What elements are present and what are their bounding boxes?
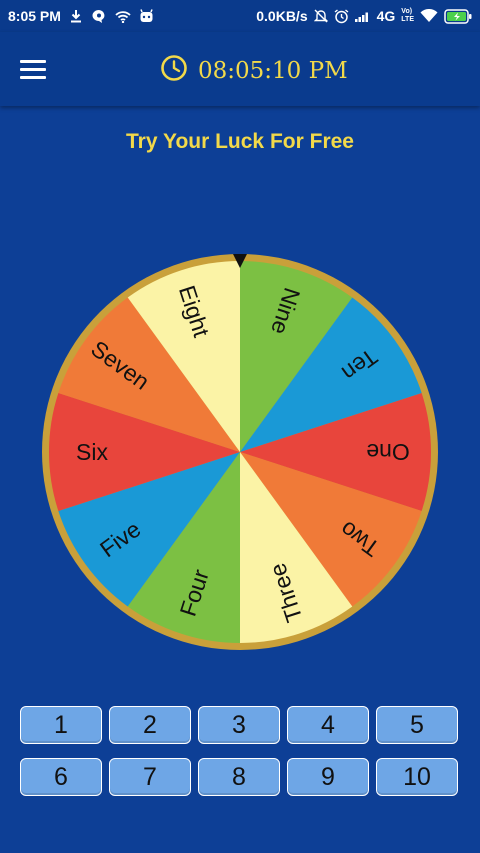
number-button-1[interactable]: 1 [20,706,102,744]
number-button-10[interactable]: 10 [376,758,458,796]
alarm-icon [334,8,349,24]
network-speed: 0.0KB/s [256,8,308,24]
number-button-7[interactable]: 7 [109,758,191,796]
wheel-label-one: One [366,439,409,465]
battery-charging-icon [444,8,472,24]
wheel-label-six: Six [76,439,108,465]
hamburger-menu-icon[interactable] [20,52,54,86]
number-button-4[interactable]: 4 [287,706,369,744]
android-icon [139,9,154,23]
number-button-5[interactable]: 5 [376,706,458,744]
status-bar: 8:05 PM 0.0KB/s 4G Vo) LTE [0,0,480,32]
volte-bottom: LTE [401,16,414,23]
number-grid: 1 2 3 4 5 6 7 8 9 10 [20,706,460,796]
app-bar: 08:05:10 PM [0,32,480,106]
alarm-off-icon [313,9,328,23]
volte-badge: Vo) LTE [401,8,414,24]
clock-time: 08:05:10 PM [198,58,348,84]
download-icon [69,9,83,23]
signal-icon [354,10,371,22]
wifi-small-icon [115,10,131,23]
number-button-6[interactable]: 6 [20,758,102,796]
number-button-9[interactable]: 9 [287,758,369,796]
wheel-segments: OneTwoThreeFourFiveSixSevenEight NineTen [49,261,431,643]
network-type: 4G [376,8,396,24]
page-title: Try Your Luck For Free [126,130,354,153]
spin-wheel[interactable]: OneTwoThreeFourFiveSixSevenEight NineTen [40,252,440,652]
clock: 08:05:10 PM [160,54,348,88]
wifi-icon [420,9,438,23]
number-button-3[interactable]: 3 [198,706,280,744]
number-button-2[interactable]: 2 [109,706,191,744]
status-time: 8:05 PM [8,8,61,24]
chat-icon [91,9,107,24]
volte-top: Vo) [401,8,413,15]
clock-icon [160,54,188,88]
number-button-8[interactable]: 8 [198,758,280,796]
